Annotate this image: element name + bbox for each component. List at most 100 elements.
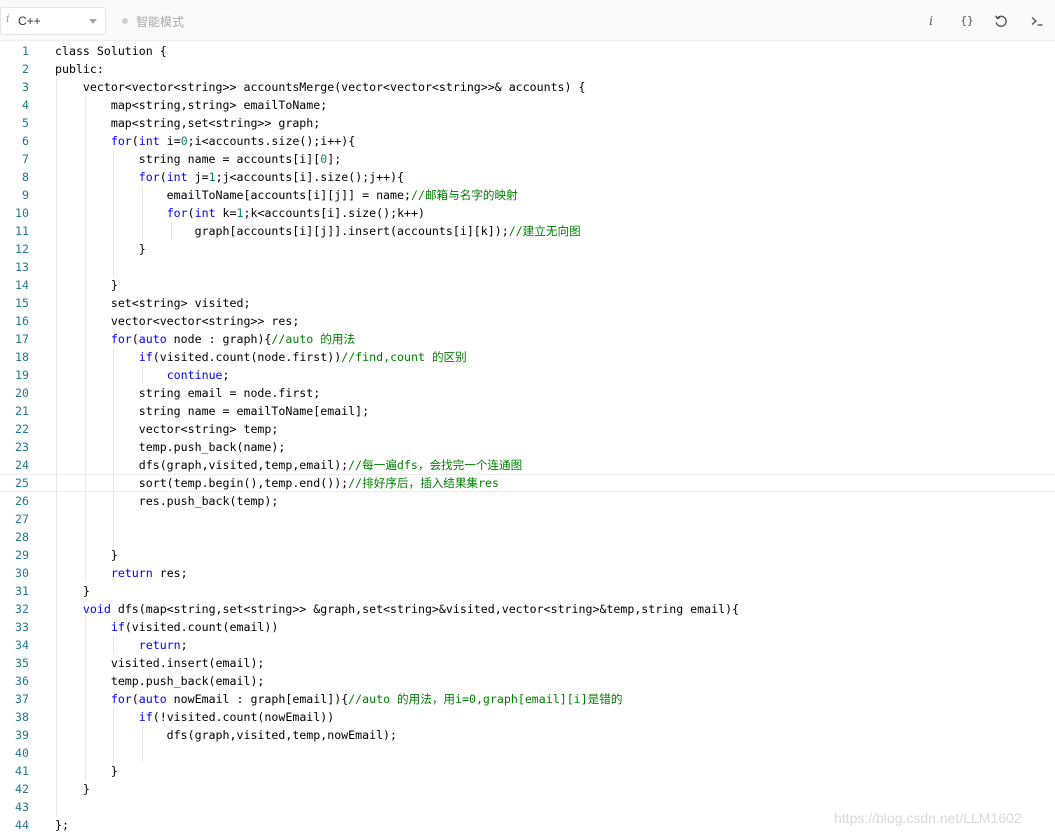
line-number: 1 xyxy=(22,44,29,58)
format-code-button[interactable]: {} xyxy=(956,10,978,32)
code-text: } xyxy=(55,546,118,564)
code-token: ; xyxy=(180,638,188,652)
code-line[interactable]: 13 xyxy=(0,258,1055,276)
code-token: graph[accounts[i][j]].insert(accounts[i]… xyxy=(55,224,509,238)
code-line[interactable]: 29 } xyxy=(0,546,1055,564)
code-token: k= xyxy=(215,206,237,220)
line-number: 42 xyxy=(15,782,29,796)
line-number: 21 xyxy=(15,404,29,418)
code-line[interactable]: 12 } xyxy=(0,240,1055,258)
code-token: string name = emailToName[email]; xyxy=(55,404,370,418)
line-number: 40 xyxy=(15,746,29,760)
info-button[interactable]: i xyxy=(920,10,942,32)
line-number: 18 xyxy=(15,350,29,364)
code-line[interactable]: 27 xyxy=(0,510,1055,528)
keyword-token: auto xyxy=(138,692,167,706)
code-token: : xyxy=(96,62,104,76)
code-line[interactable]: 1 class Solution { xyxy=(0,42,1055,60)
code-text: map<string,string> emailToName; xyxy=(55,96,327,114)
code-token: map<string,set<string>> graph; xyxy=(55,116,321,130)
code-line[interactable]: 14 } xyxy=(0,276,1055,294)
code-token: ( xyxy=(131,692,139,706)
console-button[interactable] xyxy=(1026,10,1048,32)
code-line[interactable]: 18 if(visited.count(node.first))//find,c… xyxy=(0,348,1055,366)
code-line[interactable]: 10 for(int k=1;k<accounts[i].size();k++) xyxy=(0,204,1055,222)
code-token: (visited.count(email)) xyxy=(124,620,279,634)
line-number: 36 xyxy=(15,674,29,688)
language-select[interactable]: i C++ xyxy=(0,7,106,35)
line-number: 28 xyxy=(15,530,29,544)
code-text: return res; xyxy=(55,564,188,582)
code-line[interactable]: 37 for(auto nowEmail : graph[email]){//a… xyxy=(0,690,1055,708)
code-line[interactable]: 26 res.push_back(temp); xyxy=(0,492,1055,510)
code-token: i= xyxy=(159,134,181,148)
line-number: 37 xyxy=(15,692,29,706)
code-text: set<string> visited; xyxy=(55,294,251,312)
code-line[interactable]: 40 xyxy=(0,744,1055,762)
code-line[interactable]: 4 map<string,string> emailToName; xyxy=(0,96,1055,114)
reset-button[interactable] xyxy=(990,10,1012,32)
code-line[interactable]: 3 vector<vector<string>> accountsMerge(v… xyxy=(0,78,1055,96)
code-line[interactable]: 42 } xyxy=(0,780,1055,798)
code-token: res; xyxy=(152,566,188,580)
smart-mode-label: 智能模式 xyxy=(136,15,185,29)
line-number: 44 xyxy=(15,818,29,832)
comment-token: //邮箱与名字的映射 xyxy=(410,188,518,202)
code-text: temp.push_back(name); xyxy=(55,438,286,456)
code-token: (visited.count(node.first)) xyxy=(152,350,342,364)
code-line[interactable]: 7 string name = accounts[i][0]; xyxy=(0,150,1055,168)
line-number: 32 xyxy=(15,602,29,616)
number-token: 1 xyxy=(236,206,244,220)
code-line[interactable]: 23 temp.push_back(name); xyxy=(0,438,1055,456)
line-number: 33 xyxy=(15,620,29,634)
code-line[interactable]: 39 dfs(graph,visited,temp,nowEmail); xyxy=(0,726,1055,744)
code-line[interactable]: 38 if(!visited.count(nowEmail)) xyxy=(0,708,1055,726)
code-line[interactable]: 25 sort(temp.begin(),temp.end());//排好序后，… xyxy=(0,474,1055,492)
line-number: 11 xyxy=(15,224,29,238)
code-text: } xyxy=(55,582,90,600)
code-text: for(int j=1;j<accounts[i].size();j++){ xyxy=(55,168,404,186)
code-line[interactable]: 33 if(visited.count(email)) xyxy=(0,618,1055,636)
code-line[interactable]: 9 emailToName[accounts[i][j]] = name;//邮… xyxy=(0,186,1055,204)
code-token: ;i<accounts.size();i++){ xyxy=(187,134,356,148)
code-line[interactable]: 11 graph[accounts[i][j]].insert(accounts… xyxy=(0,222,1055,240)
code-line[interactable]: 41 } xyxy=(0,762,1055,780)
line-number: 5 xyxy=(22,116,29,130)
code-line[interactable]: 6 for(int i=0;i<accounts.size();i++){ xyxy=(0,132,1055,150)
code-token: }; xyxy=(55,818,69,832)
code-line[interactable]: 15 set<string> visited; xyxy=(0,294,1055,312)
code-text: res.push_back(temp); xyxy=(55,492,279,510)
code-token: emailToName[accounts[i][j]] = name; xyxy=(55,188,411,202)
code-token: ( xyxy=(187,206,195,220)
code-token: ( xyxy=(131,332,139,346)
code-line[interactable]: 8 for(int j=1;j<accounts[i].size();j++){ xyxy=(0,168,1055,186)
line-number: 27 xyxy=(15,512,29,526)
code-token: dfs(graph,visited,temp,nowEmail); xyxy=(55,728,398,742)
code-line[interactable]: 22 vector<string> temp; xyxy=(0,420,1055,438)
code-token: } xyxy=(55,764,118,778)
code-line[interactable]: 35 visited.insert(email); xyxy=(0,654,1055,672)
code-line[interactable]: 16 vector<vector<string>> res; xyxy=(0,312,1055,330)
code-line[interactable]: 36 temp.push_back(email); xyxy=(0,672,1055,690)
code-line[interactable]: 5 map<string,set<string>> graph; xyxy=(0,114,1055,132)
code-line[interactable]: 30 return res; xyxy=(0,564,1055,582)
code-line[interactable]: 19 continue; xyxy=(0,366,1055,384)
code-line[interactable]: 28 xyxy=(0,528,1055,546)
code-text: if(visited.count(email)) xyxy=(55,618,279,636)
keyword-token: if xyxy=(138,710,153,724)
line-number: 20 xyxy=(15,386,29,400)
code-line[interactable]: 34 return; xyxy=(0,636,1055,654)
code-text: } xyxy=(55,276,118,294)
code-line[interactable]: 31 } xyxy=(0,582,1055,600)
code-line[interactable]: 20 string email = node.first; xyxy=(0,384,1055,402)
code-line[interactable]: 17 for(auto node : graph){//auto 的用法 xyxy=(0,330,1055,348)
line-number: 13 xyxy=(15,260,29,274)
comment-token: //每一遍dfs，会找完一个连通图 xyxy=(348,458,523,472)
code-line[interactable]: 32 void dfs(map<string,set<string>> &gra… xyxy=(0,600,1055,618)
code-line[interactable]: 24 dfs(graph,visited,temp,email);//每一遍df… xyxy=(0,456,1055,474)
code-line[interactable]: 21 string name = emailToName[email]; xyxy=(0,402,1055,420)
code-line[interactable]: 2 public: xyxy=(0,60,1055,78)
